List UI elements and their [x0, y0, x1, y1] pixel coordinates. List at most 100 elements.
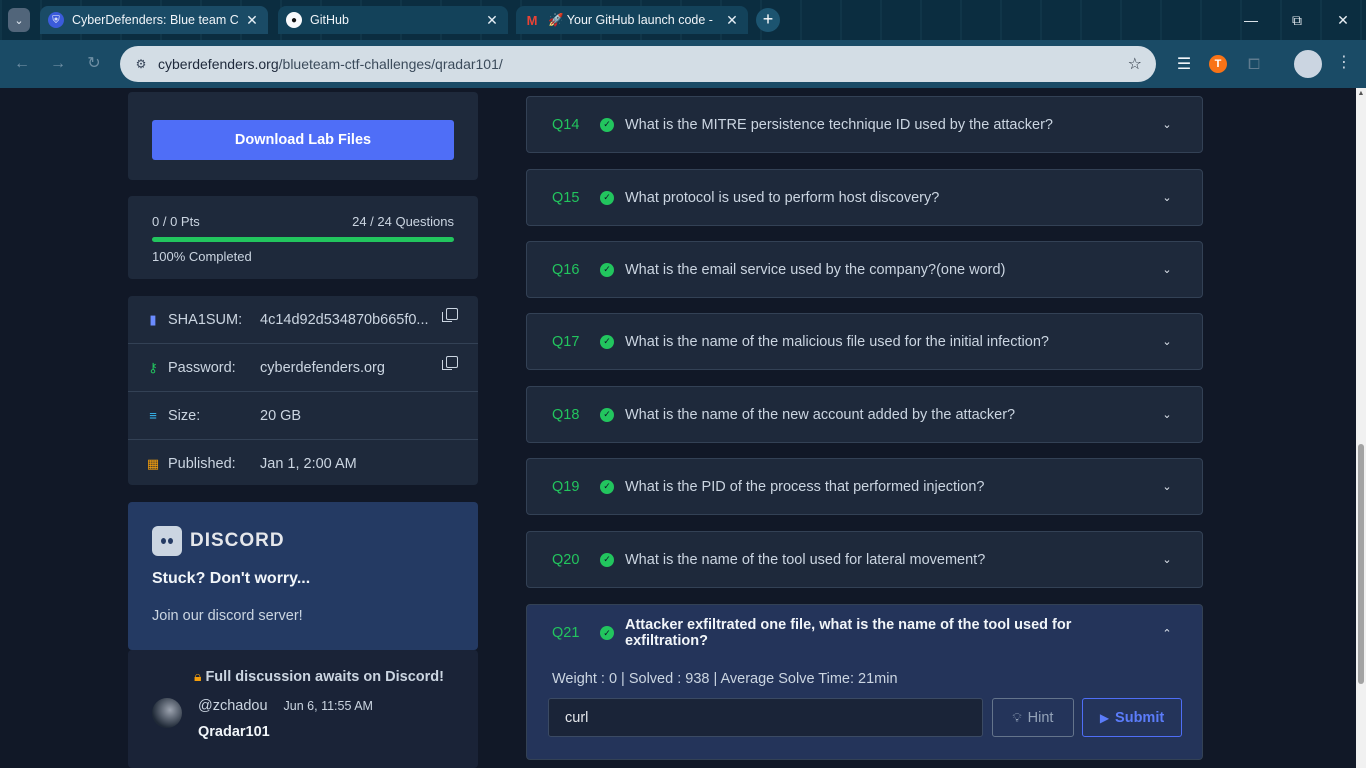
question-text: What is the MITRE persistence technique …: [625, 116, 1053, 133]
question-number: Q14: [552, 116, 580, 133]
close-window-button[interactable]: ✕: [1320, 0, 1366, 40]
question-number: Q19: [552, 478, 580, 495]
minimize-button[interactable]: —: [1228, 0, 1274, 40]
chevron-up-icon[interactable]: ⌃: [1152, 627, 1182, 640]
hint-label: Hint: [1027, 709, 1054, 726]
database-icon: ≡: [149, 408, 157, 423]
question-row-q21-expanded: Q21 ✓ Attacker exfiltrated one file, wha…: [526, 604, 1203, 760]
question-row-q17[interactable]: Q17 ✓ What is the name of the malicious …: [526, 313, 1203, 370]
extension-orange-icon[interactable]: T: [1206, 52, 1230, 76]
progress-bar: [152, 237, 454, 242]
key-icon: ⚷: [148, 359, 158, 375]
question-number: Q17: [552, 333, 580, 350]
download-lab-files-button[interactable]: Download Lab Files: [152, 120, 454, 160]
chevron-down-icon[interactable]: ⌄: [1152, 335, 1182, 348]
url-host: cyberdefenders.org: [158, 56, 279, 72]
sha1sum-label: SHA1SUM:: [168, 311, 243, 328]
progress-card: 0 / 0 Pts 24 / 24 Questions 100% Complet…: [128, 196, 478, 279]
chevron-down-icon[interactable]: ⌄: [1152, 191, 1182, 204]
hint-button[interactable]: 💡︎ Hint: [992, 698, 1074, 737]
tab-cyberdefenders[interactable]: ⛨ CyberDefenders: Blue team CTF ✕: [40, 6, 268, 34]
url-field[interactable]: ⚙ cyberdefenders.org/blueteam-ctf-challe…: [120, 46, 1156, 82]
site-info-icon[interactable]: ⚙: [132, 55, 150, 73]
close-icon[interactable]: ✕: [484, 12, 500, 29]
question-row-q18[interactable]: Q18 ✓ What is the name of the new accoun…: [526, 386, 1203, 443]
size-value: 20 GB: [260, 407, 302, 424]
points-text: 0 / 0 Pts: [152, 214, 200, 229]
tab-title: CyberDefenders: Blue team CTF: [72, 13, 238, 27]
puzzle-icon[interactable]: ⧠: [1242, 52, 1266, 76]
copy-icon[interactable]: [442, 356, 458, 370]
check-circle-icon: ✓: [600, 479, 614, 494]
play-icon: ▶: [1099, 710, 1110, 725]
question-row-q19[interactable]: Q19 ✓ What is the PID of the process tha…: [526, 458, 1203, 515]
discord-icon: [152, 526, 182, 556]
answer-input[interactable]: [548, 698, 983, 737]
question-number: Q20: [552, 551, 580, 568]
question-number: Q18: [552, 406, 580, 423]
calendar-icon: ▦: [146, 456, 160, 471]
question-row-q20[interactable]: Q20 ✓ What is the name of the tool used …: [526, 531, 1203, 588]
question-number: Q15: [552, 189, 580, 206]
discussion-banner[interactable]: 🔒︎ Full discussion awaits on Discord!: [194, 668, 444, 685]
question-row-q14[interactable]: Q14 ✓ What is the MITRE persistence tech…: [526, 96, 1203, 153]
check-circle-icon: ✓: [600, 262, 614, 277]
close-icon[interactable]: ✕: [244, 12, 260, 29]
avatar[interactable]: [1292, 48, 1324, 80]
check-circle-icon: ✓: [600, 407, 614, 422]
size-row: ≡ Size: 20 GB: [128, 392, 478, 440]
scrollbar-thumb[interactable]: [1358, 444, 1364, 684]
progress-fill: [152, 237, 454, 242]
question-row-q15[interactable]: Q15 ✓ What protocol is used to perform h…: [526, 169, 1203, 226]
close-icon[interactable]: ✕: [724, 12, 740, 29]
check-circle-icon: ✓: [600, 552, 614, 567]
url-path: /blueteam-ctf-challenges/qradar101/: [278, 56, 503, 72]
chevron-down-icon[interactable]: ⌄: [1152, 263, 1182, 276]
password-row: ⚷ Password: cyberdefenders.org: [128, 344, 478, 392]
published-value: Jan 1, 2:00 AM: [260, 456, 357, 472]
lock-icon: 🔒︎: [194, 668, 202, 684]
extension-list-icon[interactable]: ☰: [1172, 52, 1196, 76]
discord-card[interactable]: DISCORD Stuck? Don't worry... Join our d…: [128, 502, 478, 650]
page-scrollbar[interactable]: ▲: [1356, 88, 1366, 768]
back-arrow-icon[interactable]: ←: [10, 52, 34, 76]
question-header[interactable]: Q21 ✓ Attacker exfiltrated one file, wha…: [527, 605, 1202, 661]
discussion-message: Qradar101: [198, 724, 270, 740]
github-icon: ●: [286, 12, 302, 28]
published-label: Published:: [168, 456, 236, 472]
sidebar: Download Lab Files 0 / 0 Pts 24 / 24 Que…: [112, 88, 502, 768]
password-label: Password:: [168, 359, 236, 376]
check-circle-icon: ✓: [600, 626, 614, 640]
more-menu-icon[interactable]: ⋮: [1336, 52, 1352, 72]
tab-gmail[interactable]: M 🚀 Your GitHub launch code - ✕: [516, 6, 748, 34]
tab-title: 🚀 Your GitHub launch code -: [548, 12, 713, 27]
completed-label: 100% Completed: [152, 249, 252, 264]
discussion-card: 🔒︎ Full discussion awaits on Discord! @z…: [128, 650, 478, 768]
chevron-down-icon[interactable]: ⌄: [1152, 408, 1182, 421]
lightbulb-icon: 💡︎: [1012, 709, 1022, 725]
question-number: Q16: [552, 261, 580, 278]
submit-label: Submit: [1115, 709, 1165, 726]
bookmark-star-icon[interactable]: ☆: [1128, 54, 1142, 74]
copy-icon[interactable]: [442, 308, 458, 322]
password-value: cyberdefenders.org: [260, 359, 385, 376]
question-stats: Weight : 0 | Solved : 938 | Average Solv…: [552, 671, 898, 687]
submit-button[interactable]: ▶ Submit: [1082, 698, 1182, 737]
restore-button[interactable]: ⧉: [1274, 0, 1320, 40]
check-circle-icon: ✓: [600, 117, 614, 132]
chevron-down-icon[interactable]: ⌄: [1152, 118, 1182, 131]
tab-github[interactable]: ● GitHub ✕: [278, 6, 508, 34]
question-row-q16[interactable]: Q16 ✓ What is the email service used by …: [526, 241, 1203, 298]
tab-search-button[interactable]: ⌄: [8, 8, 30, 32]
new-tab-button[interactable]: +: [756, 8, 780, 32]
chevron-down-icon[interactable]: ⌄: [1152, 480, 1182, 493]
download-card: Download Lab Files: [128, 92, 478, 180]
discord-headline: Stuck? Don't worry...: [152, 570, 311, 587]
forward-arrow-icon[interactable]: →: [46, 52, 70, 76]
reload-icon[interactable]: ↻: [82, 52, 106, 76]
scroll-up-icon[interactable]: ▲: [1356, 90, 1366, 97]
question-text: What is the name of the new account adde…: [625, 406, 1016, 423]
chevron-down-icon[interactable]: ⌄: [1152, 553, 1182, 566]
sha1sum-row: ▮ SHA1SUM: 4c14d92d534870b665f0...: [128, 296, 478, 344]
discussion-user[interactable]: @zchadou: [198, 698, 268, 714]
